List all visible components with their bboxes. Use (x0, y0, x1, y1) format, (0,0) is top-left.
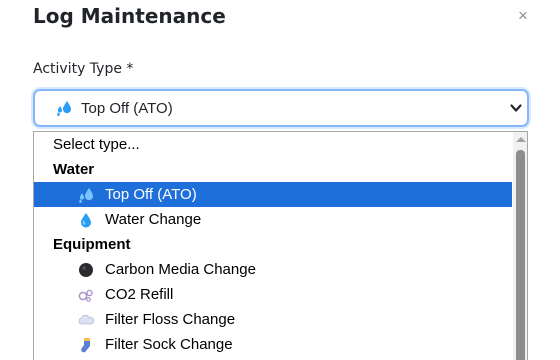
dropdown-scrollbar[interactable] (513, 132, 527, 360)
option-carbon-media-change[interactable]: Carbon Media Change (34, 257, 512, 282)
modal-title: Log Maintenance (33, 4, 226, 28)
bubbles-icon (77, 287, 95, 303)
water-drops-icon (77, 187, 95, 203)
water-drops-icon (55, 100, 73, 116)
option-filter-floss-change[interactable]: Filter Floss Change (34, 307, 512, 332)
cloud-icon (77, 312, 95, 328)
activity-type-select[interactable]: Top Off (ATO) (33, 89, 529, 127)
option-label: CO2 Refill (105, 286, 174, 303)
option-placeholder[interactable]: Select type... (34, 132, 512, 157)
water-drop-icon (77, 212, 95, 228)
option-label: Carbon Media Change (105, 261, 256, 278)
optgroup-equipment: Equipment (34, 232, 512, 257)
option-label: Filter Sock Change (105, 336, 233, 353)
option-water-change[interactable]: Water Change (34, 207, 512, 232)
optgroup-label: Water (53, 161, 95, 178)
close-button[interactable]: × (513, 6, 533, 26)
close-icon: × (518, 6, 528, 25)
option-filter-sock-change[interactable]: Filter Sock Change (34, 332, 512, 357)
activity-type-dropdown-list[interactable]: Select type... Water Top Off (ATO) Water… (33, 131, 528, 360)
scroll-up-arrow-icon[interactable] (516, 137, 526, 142)
log-maintenance-modal: Log Maintenance × Activity Type * Top Of… (0, 0, 560, 360)
option-label: Top Off (ATO) (105, 186, 197, 203)
activity-type-label: Activity Type * (33, 61, 134, 77)
chevron-down-icon (510, 104, 522, 112)
black-circle-icon (77, 262, 95, 278)
optgroup-label: Equipment (53, 236, 131, 253)
option-label: Select type... (53, 136, 140, 153)
sock-icon (77, 337, 95, 353)
selected-value: Top Off (ATO) (81, 99, 173, 117)
option-top-off-ato[interactable]: Top Off (ATO) (34, 182, 512, 207)
optgroup-water: Water (34, 157, 512, 182)
option-label: Filter Floss Change (105, 311, 236, 328)
scroll-thumb[interactable] (516, 150, 525, 360)
option-label: Water Change (105, 211, 202, 228)
option-co2-refill[interactable]: CO2 Refill (34, 282, 512, 307)
